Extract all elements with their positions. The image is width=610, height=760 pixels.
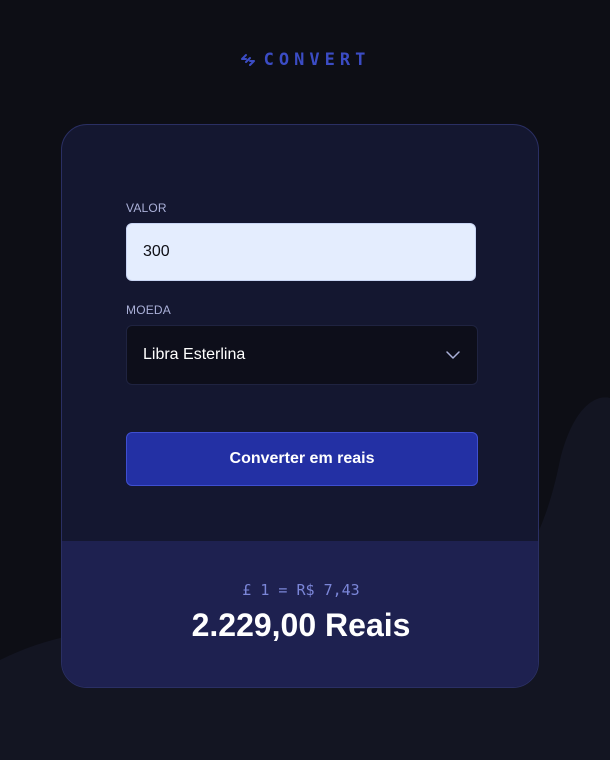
page: CONVERT VALOR MOEDA Libra Esterlina Conv… bbox=[0, 0, 610, 760]
brand-logo: CONVERT bbox=[0, 50, 610, 70]
currency-selected-value: Libra Esterlina bbox=[143, 346, 246, 363]
brand-name: CONVERT bbox=[263, 50, 371, 70]
currency-select[interactable]: Libra Esterlina bbox=[126, 325, 478, 385]
result-panel: £ 1 = R$ 7,43 2.229,00 Reais bbox=[62, 541, 538, 687]
amount-input[interactable] bbox=[126, 223, 476, 281]
chevron-down-icon bbox=[445, 347, 461, 363]
converter-card: VALOR MOEDA Libra Esterlina Converter em… bbox=[61, 124, 539, 688]
converted-total: 2.229,00 Reais bbox=[191, 607, 411, 643]
exchange-rate: £ 1 = R$ 7,43 bbox=[242, 581, 360, 599]
arrows-exchange-icon bbox=[240, 52, 256, 68]
currency-label: MOEDA bbox=[126, 303, 172, 317]
convert-button[interactable]: Converter em reais bbox=[126, 432, 478, 486]
amount-label: VALOR bbox=[126, 201, 167, 215]
